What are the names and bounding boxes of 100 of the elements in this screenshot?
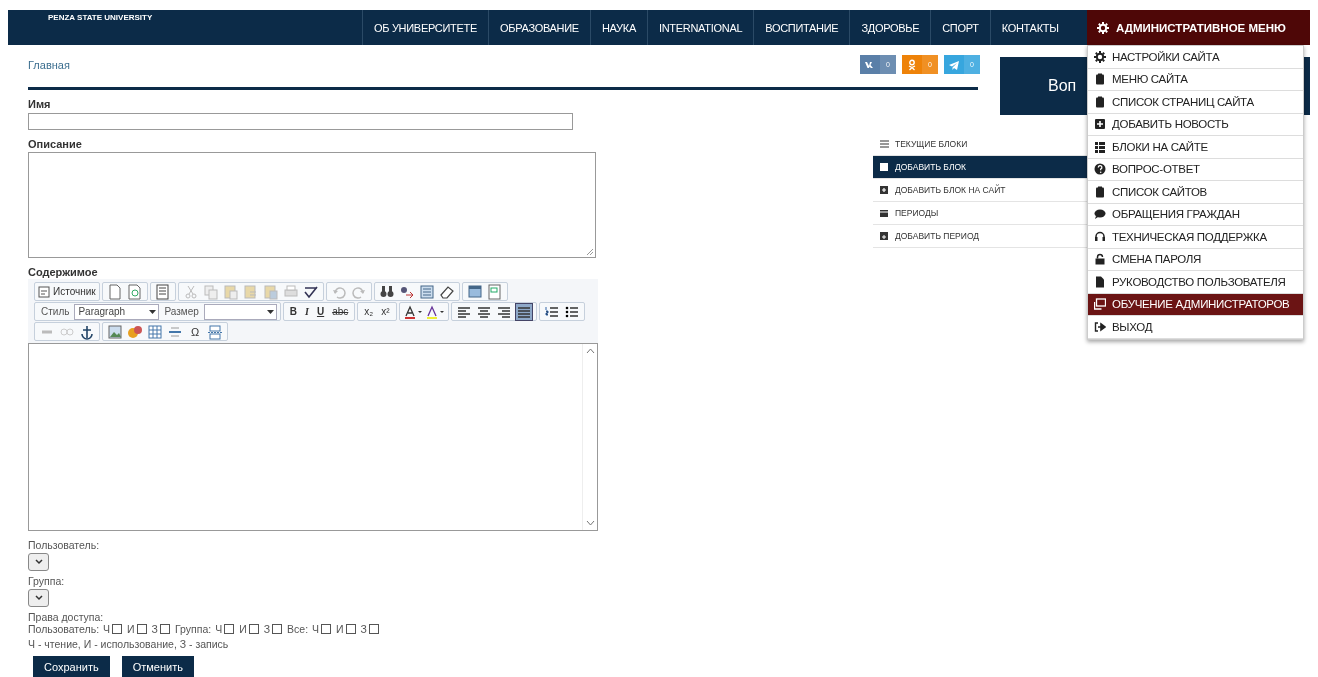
checkbox-label: Ч [103,623,111,635]
maximize-icon[interactable] [466,283,483,300]
permission-group-label: Все: [287,623,309,635]
textarea-field[interactable] [28,152,596,258]
menu-item[interactable]: СПИСОК СТРАНИЦ САЙТА [1088,91,1303,114]
menu-item[interactable]: ДОБАВИТЬ НОВОСТЬ [1088,113,1303,136]
side-menu-item[interactable]: ДОБАВИТЬ ПЕРИОД [873,225,1087,248]
field-label: Имя [28,98,52,110]
chevron-down-icon [34,595,43,601]
table-icon[interactable] [147,323,163,340]
image-icon[interactable] [107,323,123,340]
lock-icon [1094,253,1106,266]
nav-link[interactable]: СПОРТ [930,10,990,45]
menu-item[interactable]: ВОПРОС-ОТВЕТ [1088,158,1303,181]
checkbox[interactable] [248,624,259,634]
superscript-button[interactable]: x² [378,306,393,317]
checkbox-label: И [239,623,247,635]
menu-item[interactable]: СПИСОК САЙТОВ [1088,181,1303,204]
menu-item[interactable]: БЛОКИ НА САЙТЕ [1088,136,1303,159]
size-label: Размер [163,306,200,317]
anchor-icon[interactable] [79,323,95,340]
document-icon [1094,275,1106,288]
ok-logo-icon [906,58,918,71]
checkbox[interactable] [136,624,147,634]
screen-icon [1094,298,1106,311]
caret-icon [266,309,274,314]
template-icon[interactable] [154,283,171,300]
side-menu-item[interactable]: ПЕРИОДЫ [873,202,1087,225]
clipboard-icon [1094,95,1106,108]
checkbox-label: И [336,623,344,635]
flash-icon[interactable] [127,323,143,340]
nav-link[interactable]: INTERNATIONAL [646,10,754,45]
nav-link[interactable]: ОБРАЗОВАНИЕ [488,10,590,45]
clipboard-icon [1094,73,1106,86]
size-dropdown[interactable] [203,303,277,320]
checkbox[interactable] [272,624,283,634]
checkbox-label: И [127,623,135,635]
subscript-button[interactable]: x₂ [361,306,377,317]
paper-plane-icon [948,58,960,71]
scroll-down-icon[interactable] [585,520,595,526]
strike-button[interactable]: abc [329,306,352,317]
checkbox-label: З [151,623,158,635]
cancel-button[interactable]: Отменить [121,656,194,677]
menu-item[interactable]: ОБУЧЕНИЕ АДМИНИСТРАТОРОВ [1088,293,1303,316]
nav-link[interactable]: КОНТАКТЫ [989,10,1070,45]
question-icon [1094,163,1106,176]
chat-icon [1094,208,1106,221]
field-label: Описание [28,138,83,150]
binoculars-icon[interactable] [378,283,395,300]
style-label: Стиль [40,306,71,317]
dropdown-field[interactable] [28,589,49,607]
gear-icon [1097,21,1109,34]
nav-link[interactable]: ВОСПИТАНИЕ [753,10,850,45]
chevron-down-icon [34,559,43,565]
clipboard-icon [1094,185,1106,198]
checkbox-label: Ч [312,623,320,635]
resize-grip-icon [586,248,594,256]
bold-button[interactable]: B [286,306,301,317]
menu-item[interactable]: СМЕНА ПАРОЛЯ [1088,248,1303,271]
checkbox[interactable] [345,624,356,634]
page-break-icon[interactable] [207,323,223,340]
caret-icon [149,309,157,314]
save-button[interactable]: Сохранить [33,656,110,677]
breadcrumb-link[interactable]: Главная [28,59,70,71]
checkbox[interactable] [368,624,379,634]
admin-menu-button[interactable]: АДМИНИСТРАТИВНОЕ МЕНЮ [1087,10,1310,45]
checkbox[interactable] [224,624,235,634]
text-color-icon[interactable] [402,303,423,320]
checkbox[interactable] [112,624,123,634]
menu-item[interactable]: РУКОВОДСТВО ПОЛЬЗОВАТЕЛЯ [1088,271,1303,294]
preview-icon[interactable] [126,283,143,300]
source-icon [38,285,50,298]
nav-link[interactable]: ОБ УНИВЕРСИТЕТЕ [362,10,489,45]
highlight-color-icon[interactable] [424,303,445,320]
nav-link[interactable]: НАУКА [589,10,647,45]
sign-out-icon [1094,320,1106,333]
checkbox-label: Ч [215,623,223,635]
menu-item[interactable]: МЕНЮ САЙТА [1088,68,1303,91]
checkbox-label: З [360,623,367,635]
side-menu-item[interactable]: ДОБАВИТЬ БЛОК НА САЙТ [873,179,1087,202]
text-input-field[interactable] [28,113,573,130]
checkbox[interactable] [321,624,332,634]
checkbox-label: З [263,623,271,635]
scroll-up-icon[interactable] [585,348,595,354]
underline-button[interactable]: U [313,306,328,317]
sliders-icon [879,139,889,149]
italic-button[interactable]: I [302,306,312,317]
field-label: Пользователь: [28,539,101,551]
side-menu-item[interactable]: ДОБАВИТЬ БЛОК [873,156,1087,179]
nav-link[interactable]: ЗДОРОВЬЕ [849,10,931,45]
style-dropdown[interactable]: Paragraph [74,303,160,320]
menu-item[interactable]: НАСТРОЙКИ САЙТА [1088,46,1303,69]
gear-icon [1094,50,1106,63]
dropdown-field[interactable] [28,553,49,571]
menu-item[interactable]: ТЕХНИЧЕСКАЯ ПОДДЕРЖКА [1088,226,1303,249]
special-character-button[interactable]: Ω [186,322,204,341]
new-page-icon[interactable] [106,283,123,300]
checkbox[interactable] [159,624,170,634]
menu-item[interactable]: ВЫХОД [1088,316,1303,339]
menu-item[interactable]: ОБРАЩЕНИЯ ГРАЖДАН [1088,203,1303,226]
